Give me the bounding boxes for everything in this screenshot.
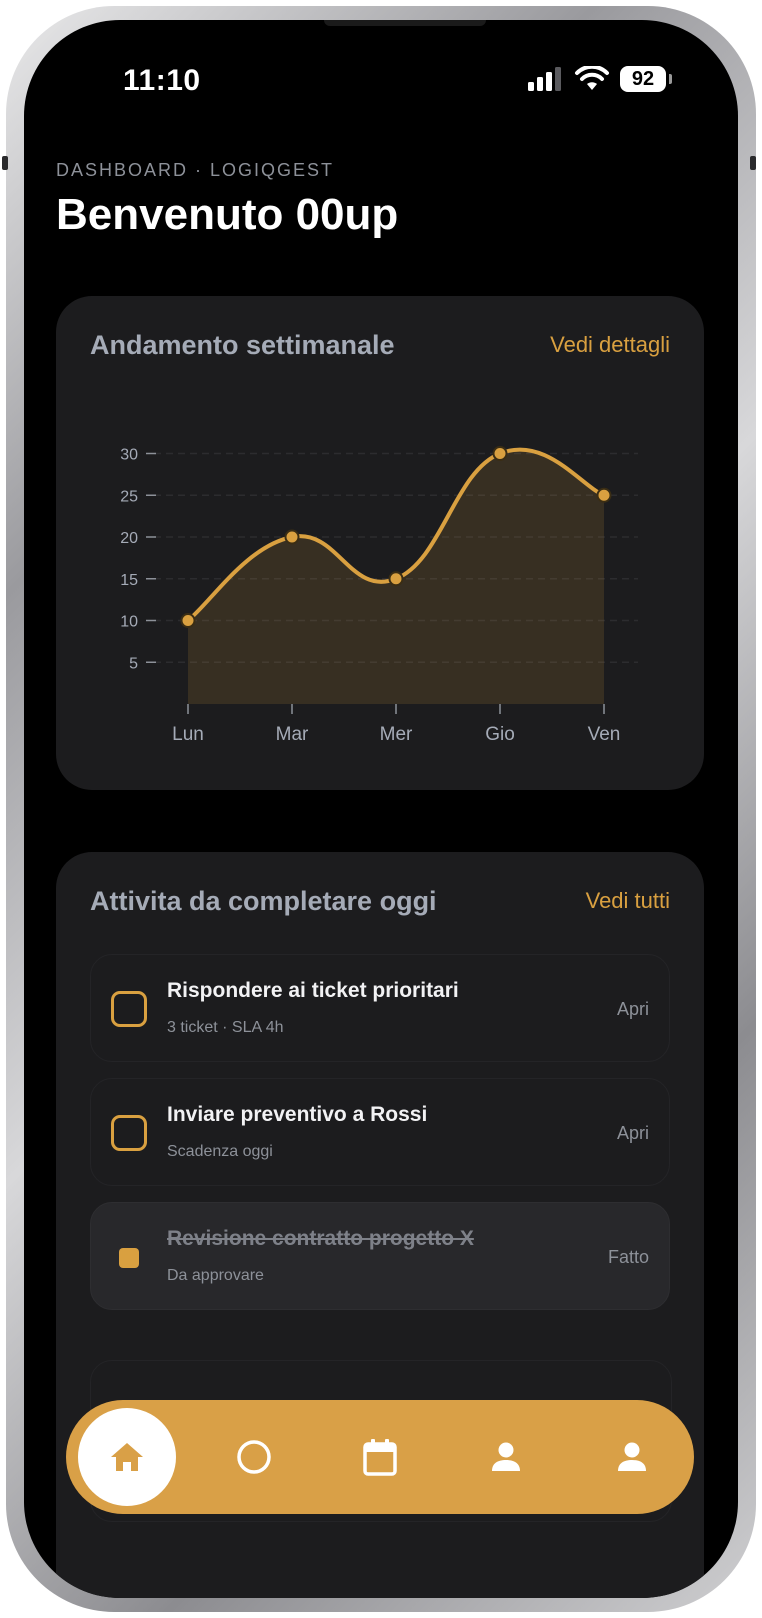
task-subtitle: 3 ticket · SLA 4h xyxy=(167,1019,284,1036)
page-title: Benvenuto 00up xyxy=(56,190,399,239)
x-tick-label: Mer xyxy=(380,724,413,745)
card-title: Attivita da completare oggi xyxy=(90,886,437,916)
weekly-chart-card: Andamento settimanale Vedi dettagli 5 10 1… xyxy=(56,296,704,790)
x-tick-label: Mar xyxy=(276,724,309,745)
chart-x-axis: Lun Mar Mer Gio Ven xyxy=(172,704,620,745)
breadcrumb: DASHBOARD · LOGIQGEST xyxy=(56,160,335,180)
person-icon xyxy=(618,1442,646,1471)
task-subtitle: Scadenza oggi xyxy=(167,1143,273,1160)
phone-frame: 11:10 92 DASHBOARD · LOGIQGEST Benvenuto… xyxy=(2,6,756,1612)
x-tick-label: Lun xyxy=(172,724,204,745)
home-icon xyxy=(111,1443,143,1471)
task-subtitle: Da approvare xyxy=(167,1267,264,1284)
nav-profile-button[interactable] xyxy=(476,1427,536,1487)
y-tick-label: 30 xyxy=(120,447,138,464)
y-tick-label: 20 xyxy=(120,530,138,547)
data-point xyxy=(388,571,404,587)
screen: 11:10 92 DASHBOARD · LOGIQGEST Benvenuto… xyxy=(24,20,738,1598)
task-open-button[interactable]: Apri xyxy=(617,1123,649,1144)
task-item[interactable]: Inviare preventivo a Rossi Scadenza oggi… xyxy=(90,1078,670,1186)
data-point xyxy=(284,529,300,545)
task-checkbox[interactable] xyxy=(111,991,147,1027)
y-tick-label: 25 xyxy=(120,488,138,505)
task-title: Revisione contratto progetto X xyxy=(167,1227,474,1250)
x-tick-label: Ven xyxy=(588,724,621,745)
y-tick-label: 15 xyxy=(120,572,138,589)
data-point xyxy=(180,613,196,628)
circle-icon xyxy=(237,1440,271,1474)
task-open-button[interactable]: Apri xyxy=(617,999,649,1020)
data-point xyxy=(492,446,508,461)
nav-circle-button[interactable] xyxy=(224,1427,284,1487)
wifi-icon xyxy=(575,66,609,90)
task-checkbox-checked[interactable] xyxy=(119,1248,139,1268)
task-title: Inviare preventivo a Rossi xyxy=(167,1103,428,1126)
chart-y-axis: 5 10 15 20 25 30 xyxy=(120,447,156,672)
x-tick-label: Gio xyxy=(485,724,515,745)
nav-home-button[interactable] xyxy=(78,1408,176,1506)
task-item[interactable]: Rispondere ai ticket prioritari 3 ticket… xyxy=(90,954,670,1062)
battery-icon: 92 xyxy=(620,66,672,92)
signal-icon xyxy=(528,67,561,91)
calendar-icon xyxy=(363,1439,397,1476)
see-all-link[interactable]: Vedi tutti xyxy=(586,888,670,914)
task-done-label: Fatto xyxy=(607,1247,649,1267)
person-icon xyxy=(492,1442,520,1471)
weekly-chart: 5 10 15 20 25 30 Lun Mar Mer Gio Ven xyxy=(120,446,638,745)
y-tick-label: 10 xyxy=(120,614,138,631)
task-checkbox[interactable] xyxy=(111,1115,147,1151)
side-button xyxy=(2,156,8,170)
notch xyxy=(324,20,486,26)
task-title: Rispondere ai ticket prioritari xyxy=(167,979,459,1002)
status-time: 11:10 xyxy=(123,64,201,97)
bottom-nav xyxy=(66,1400,694,1514)
data-point xyxy=(596,487,612,503)
side-button xyxy=(750,156,756,170)
nav-account-button[interactable] xyxy=(602,1427,662,1487)
task-item-done[interactable]: Revisione contratto progetto X Da approv… xyxy=(90,1202,670,1310)
nav-calendar-button[interactable] xyxy=(350,1427,410,1487)
y-tick-label: 5 xyxy=(129,655,138,672)
status-icons: 92 xyxy=(528,66,672,92)
